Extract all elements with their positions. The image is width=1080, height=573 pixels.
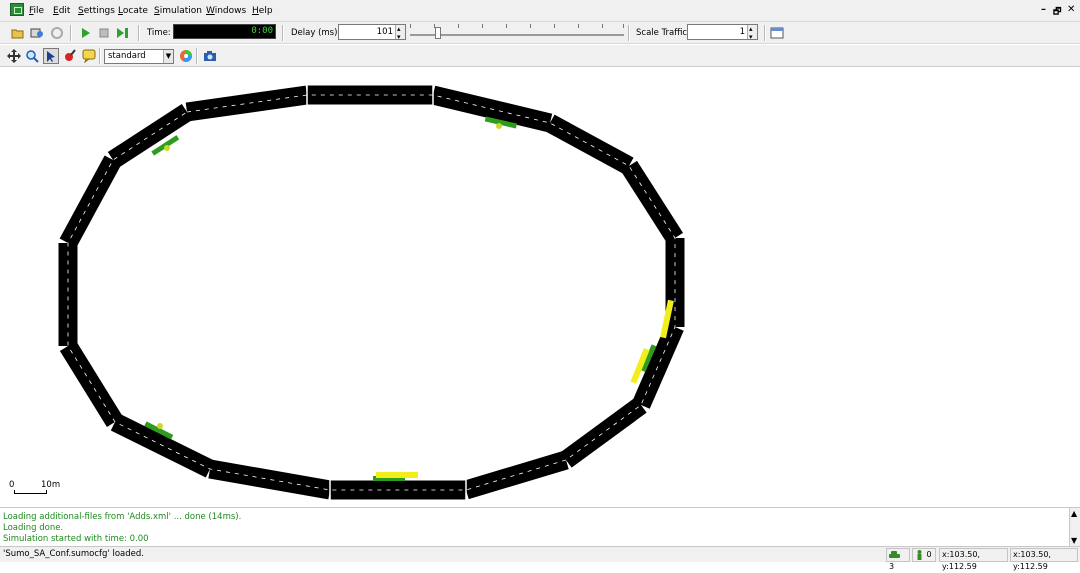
cursor-coordinates: x:103.50, y:112.59 <box>939 548 1008 571</box>
color-scheme-select[interactable]: standard ▼ <box>104 49 174 64</box>
open-folder-icon[interactable] <box>10 25 26 41</box>
menu-file[interactable]: File <box>29 6 44 16</box>
color-wheel-icon[interactable] <box>178 48 194 64</box>
delay-value: 101 <box>376 27 393 37</box>
person-count: 0 <box>912 548 936 562</box>
chevron-down-icon[interactable]: ▼ <box>163 50 173 63</box>
message-window: Loading additional-files from 'Adds.xml'… <box>0 507 1080 547</box>
vehicle-count: 3 <box>886 548 910 571</box>
color-scheme-value: standard <box>108 51 146 61</box>
stop-marker <box>157 423 163 429</box>
reload-icon[interactable] <box>29 25 45 41</box>
message-scrollbar[interactable]: ▲ ▼ <box>1069 508 1080 547</box>
scroll-down-icon[interactable]: ▼ <box>1071 536 1077 545</box>
close-icon[interactable]: ✕ <box>1067 4 1075 15</box>
person-icon <box>917 549 922 560</box>
toolbar-separator <box>282 25 284 41</box>
message-line: Loading done. <box>3 523 64 533</box>
recenter-icon[interactable] <box>6 48 22 64</box>
spin-arrows-icon[interactable] <box>395 22 405 44</box>
menu-settings[interactable]: Settings <box>78 6 115 16</box>
menu-locate[interactable]: Locate <box>118 6 148 16</box>
time-label: Time: <box>147 28 171 38</box>
scroll-up-icon[interactable]: ▲ <box>1071 509 1077 518</box>
network-canvas[interactable] <box>0 68 1080 506</box>
status-message: 'Sumo_SA_Conf.sumocfg' loaded. <box>3 549 144 559</box>
simulation-view[interactable]: 0 10m <box>0 68 1080 506</box>
app-icon <box>10 3 24 16</box>
time-value: 0:00 <box>251 26 273 36</box>
toolbar-separator <box>628 25 630 41</box>
stop-icon[interactable] <box>96 25 112 41</box>
message-line: Loading additional-files from 'Adds.xml'… <box>3 512 242 522</box>
menu-help[interactable]: Help <box>252 6 273 16</box>
view-toolbar: standard ▼ <box>0 45 1080 67</box>
edit-breakpoints-icon[interactable] <box>62 48 78 64</box>
minimize-icon[interactable]: – <box>1041 4 1046 15</box>
window-icon[interactable] <box>769 25 785 41</box>
menu-windows[interactable]: Windows <box>206 6 246 16</box>
toolbar-separator <box>764 25 766 41</box>
geo-coordinates: x:103.50, y:112.59 <box>1010 548 1078 571</box>
delay-slider[interactable] <box>410 24 624 40</box>
vehicle[interactable] <box>376 472 418 478</box>
screenshot-icon[interactable] <box>202 48 218 64</box>
menu-simulation[interactable]: Simulation <box>154 6 202 16</box>
road-segment[interactable] <box>463 450 569 500</box>
main-toolbar: Time: 0:00 Delay (ms): 101 Scale Traffic… <box>0 22 1080 44</box>
scale-traffic-label: Scale Traffic: <box>636 28 690 38</box>
spin-arrows-icon[interactable] <box>747 22 757 44</box>
scale-bar: 0 10m <box>9 478 69 498</box>
play-icon[interactable] <box>78 25 94 41</box>
close-simulation-icon[interactable] <box>49 25 65 41</box>
message-line: Simulation started with time: 0.00 <box>3 534 149 544</box>
car-icon <box>889 550 900 558</box>
toolbar-separator <box>138 25 140 41</box>
stop-marker <box>496 123 502 129</box>
slider-thumb[interactable] <box>435 27 441 39</box>
road-segment[interactable] <box>59 341 124 427</box>
toolbar-separator <box>99 48 101 64</box>
zoom-icon[interactable] <box>24 48 40 64</box>
tooltip-icon[interactable] <box>81 48 97 64</box>
toolbar-separator <box>70 25 72 41</box>
locate-cursor-icon[interactable] <box>43 48 59 64</box>
menu-edit[interactable]: Edit <box>53 6 70 16</box>
status-bar: 'Sumo_SA_Conf.sumocfg' loaded. 3 0 x:103… <box>0 546 1080 571</box>
delay-spinbox[interactable]: 101 <box>338 22 406 44</box>
scale-traffic-value: 1 <box>739 27 745 37</box>
scale-length-label: 10m <box>41 480 61 490</box>
stop-marker <box>164 145 170 151</box>
scale-zero-label: 0 <box>9 480 15 490</box>
vehicles <box>376 299 674 478</box>
step-icon[interactable] <box>115 25 131 41</box>
bus-stops <box>144 116 657 481</box>
restore-icon[interactable]: 🗗 <box>1053 4 1061 20</box>
junction-lines <box>306 85 467 500</box>
menu-bar: File Edit Settings Locate Simulation Win… <box>0 0 1080 22</box>
toolbar-separator <box>196 48 198 64</box>
scale-traffic-spinbox[interactable]: 1 <box>687 22 758 44</box>
time-display: 0:00 <box>173 24 276 39</box>
delay-label: Delay (ms): <box>291 28 341 38</box>
